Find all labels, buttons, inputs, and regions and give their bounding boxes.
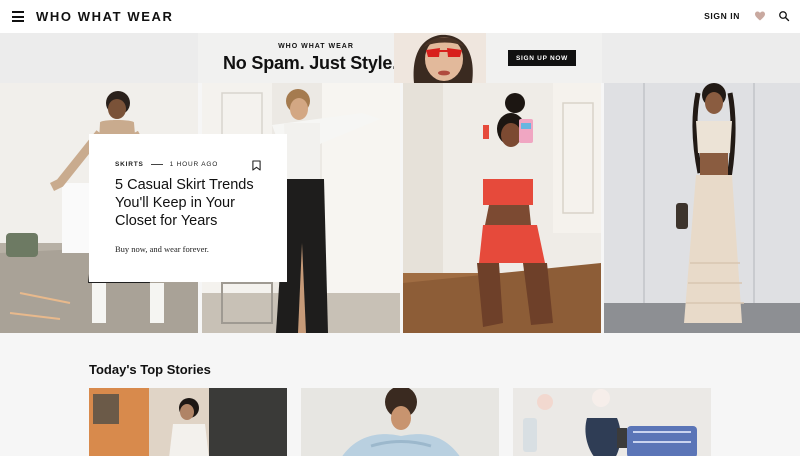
article-dek: Buy now, and wear forever. — [115, 244, 209, 254]
story-card-1[interactable] — [89, 388, 287, 456]
section-title: Today's Top Stories — [89, 362, 211, 377]
banner-model-image — [394, 33, 486, 83]
sign-in-link[interactable]: SIGN IN — [704, 11, 740, 21]
article-time: 1 HOUR AGO — [169, 161, 219, 168]
story-card-2[interactable] — [301, 388, 499, 456]
heart-icon[interactable] — [754, 10, 766, 22]
bookmark-icon[interactable] — [252, 160, 261, 171]
sign-up-button[interactable]: SIGN UP NOW — [508, 50, 576, 66]
article-title[interactable]: 5 Casual Skirt Trends You'll Keep in You… — [115, 176, 275, 230]
story-card-3[interactable] — [513, 388, 711, 456]
newsletter-banner[interactable]: WHO WHAT WEAR No Spam. Just Style. SIGN … — [198, 33, 602, 83]
site-header: WHO WHAT WEAR SIGN IN — [0, 0, 800, 33]
meta-divider — [150, 164, 163, 165]
top-stories-section: Today's Top Stories — [0, 333, 800, 456]
article-meta: SKIRTS 1 HOUR AGO — [115, 161, 218, 168]
banner-headline: No Spam. Just Style. — [223, 53, 398, 73]
ad-band: WHO WHAT WEAR No Spam. Just Style. SIGN … — [0, 33, 800, 83]
feature-article-card[interactable]: SKIRTS 1 HOUR AGO 5 Casual Skirt Trends … — [89, 134, 287, 282]
article-category[interactable]: SKIRTS — [115, 161, 144, 168]
menu-icon[interactable] — [12, 11, 24, 22]
hero-photo-3[interactable] — [403, 83, 601, 333]
site-logo[interactable]: WHO WHAT WEAR — [36, 9, 174, 24]
banner-kicker: WHO WHAT WEAR — [278, 43, 354, 50]
search-icon[interactable] — [778, 10, 790, 22]
hero-photo-4[interactable] — [604, 83, 800, 333]
